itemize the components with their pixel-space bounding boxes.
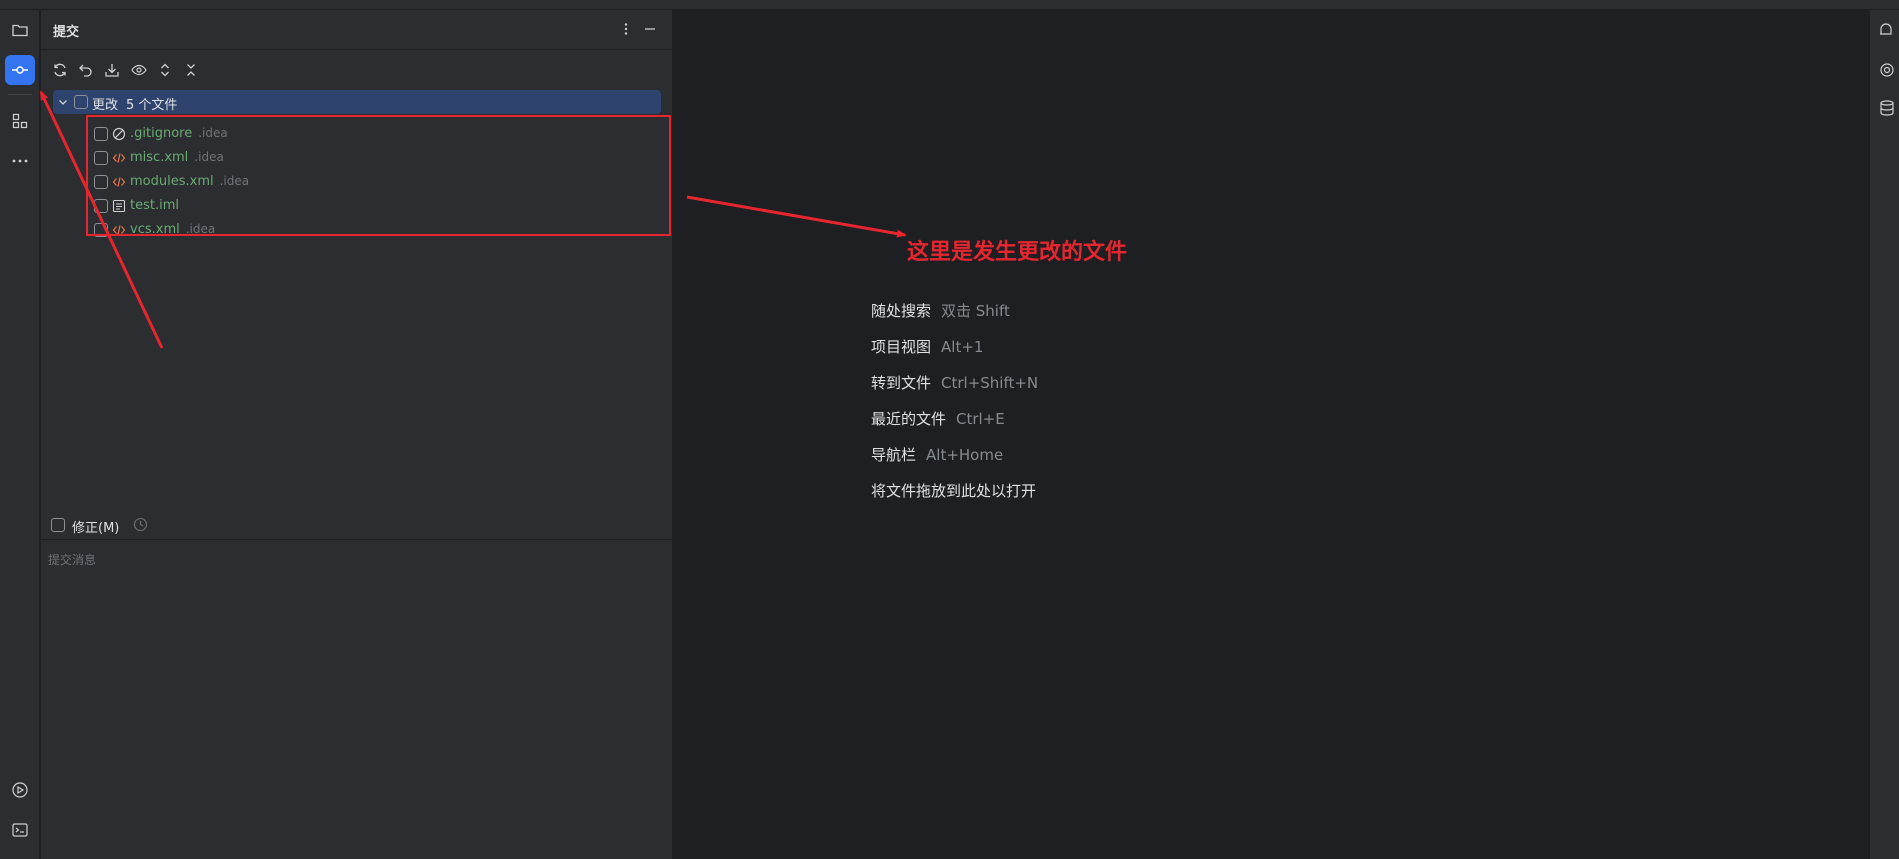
folder-icon [12,24,28,37]
panel-header: 提交 [41,10,673,50]
terminal-tool-button[interactable] [5,815,35,845]
commit-toolbar [41,55,673,85]
commit-message-input[interactable]: 提交消息 [48,551,96,568]
structure-icon [12,113,28,129]
commit-icon [12,66,28,74]
hint-recent-files: 最近的文件 Ctrl+E [871,410,1005,428]
panel-options-button[interactable] [617,20,635,38]
expand-all-icon [161,63,169,77]
ide-window: 提交 更改 5 个文件 .gitignore .idea misc.xml .i… [0,0,1899,859]
update-button[interactable] [102,60,122,80]
annotation-text: 这里是发生更改的文件 [907,240,1128,265]
panel-minimize-button[interactable] [641,20,659,38]
database-icon[interactable] [1877,99,1895,117]
changes-group-label: 更改 5 个文件 [92,98,178,113]
changes-group-row[interactable]: 更改 5 个文件 [53,90,661,114]
rollback-button[interactable] [76,60,96,80]
minimize-icon [645,28,655,30]
refresh-button[interactable] [50,60,70,80]
show-diff-button[interactable] [129,60,149,80]
download-icon [105,64,119,77]
amend-label[interactable]: 修正(M) [72,517,119,536]
terminal-icon [12,823,28,837]
hint-search-everywhere: 随处搜索 双击 Shift [871,302,1010,320]
strip-separator [8,94,32,95]
ai-assistant-icon[interactable] [1877,61,1895,79]
more-vertical-icon [624,23,628,35]
chevron-down-icon[interactable] [57,96,69,108]
collapse-all-button[interactable] [181,60,201,80]
hint-drop-files: 将文件拖放到此处以打开 [871,482,1037,500]
project-tool-button[interactable] [5,15,35,45]
hint-project-view: 项目视图 Alt+1 [871,338,984,356]
title-bar [0,0,1899,10]
clock-icon[interactable] [133,517,148,536]
more-horizontal-icon [12,159,28,163]
eye-icon [131,64,147,76]
hint-go-to-file: 转到文件 Ctrl+Shift+N [871,374,1039,392]
annotation-highlight-box [86,115,671,236]
more-tools-button[interactable] [5,146,35,176]
amend-row: 修正(M) [41,510,673,540]
expand-all-button[interactable] [155,60,175,80]
amend-checkbox[interactable] [51,518,65,532]
undo-icon [79,64,92,77]
collapse-all-icon [187,64,195,76]
left-tool-strip [0,10,40,859]
structure-tool-button[interactable] [5,106,35,136]
refresh-icon [54,63,66,77]
right-tool-strip [1869,10,1899,859]
editor-empty-area: 随处搜索 双击 Shift 项目视图 Alt+1 转到文件 Ctrl+Shift+N … [674,10,1869,859]
panel-title: 提交 [53,25,80,40]
hint-navigation-bar: 导航栏 Alt+Home [871,446,1004,464]
services-tool-button[interactable] [5,775,35,805]
run-services-icon [12,782,28,798]
notifications-icon[interactable] [1877,21,1895,39]
commit-tool-button[interactable] [5,55,35,85]
changes-group-checkbox[interactable] [74,95,88,109]
